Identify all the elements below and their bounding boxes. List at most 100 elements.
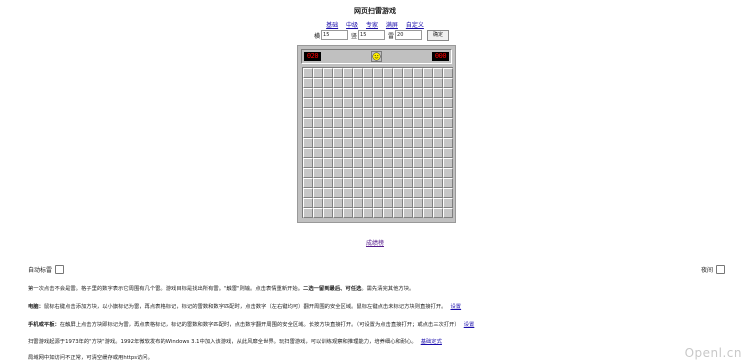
- mine-cell[interactable]: [313, 98, 323, 108]
- mine-cell[interactable]: [423, 108, 433, 118]
- mine-cell[interactable]: [373, 138, 383, 148]
- mine-cell[interactable]: [423, 178, 433, 188]
- mine-cell[interactable]: [363, 128, 373, 138]
- mine-cell[interactable]: [413, 198, 423, 208]
- mine-cell[interactable]: [413, 148, 423, 158]
- mine-cell[interactable]: [373, 108, 383, 118]
- mine-cell[interactable]: [343, 188, 353, 198]
- mine-cell[interactable]: [363, 68, 373, 78]
- mobile-settings-link[interactable]: 设置: [464, 322, 475, 328]
- basic-patterns-link[interactable]: 基础定式: [421, 339, 442, 345]
- mine-cell[interactable]: [363, 138, 373, 148]
- mine-cell[interactable]: [353, 88, 363, 98]
- mine-cell[interactable]: [303, 138, 313, 148]
- mine-cell[interactable]: [373, 68, 383, 78]
- mine-cell[interactable]: [323, 128, 333, 138]
- mine-cell[interactable]: [333, 148, 343, 158]
- mine-cell[interactable]: [343, 208, 353, 218]
- mine-cell[interactable]: [443, 98, 453, 108]
- mine-cell[interactable]: [323, 98, 333, 108]
- mine-cell[interactable]: [373, 168, 383, 178]
- mine-cell[interactable]: [323, 108, 333, 118]
- mine-cell[interactable]: [433, 178, 443, 188]
- mines-input[interactable]: 20: [395, 30, 423, 40]
- mine-cell[interactable]: [343, 138, 353, 148]
- mine-cell[interactable]: [403, 68, 413, 78]
- mine-cell[interactable]: [333, 168, 343, 178]
- mine-cell[interactable]: [393, 188, 403, 198]
- mine-cell[interactable]: [363, 88, 373, 98]
- mine-cell[interactable]: [303, 168, 313, 178]
- mine-cell[interactable]: [383, 68, 393, 78]
- mine-cell[interactable]: [363, 188, 373, 198]
- mine-cell[interactable]: [353, 178, 363, 188]
- mine-cell[interactable]: [423, 208, 433, 218]
- mine-cell[interactable]: [333, 98, 343, 108]
- mine-cell[interactable]: [393, 138, 403, 148]
- auto-flag-checkbox[interactable]: [55, 265, 65, 274]
- smiley-face-button[interactable]: [371, 51, 382, 62]
- mine-cell[interactable]: [383, 198, 393, 208]
- mine-cell[interactable]: [303, 158, 313, 168]
- mine-cell[interactable]: [413, 158, 423, 168]
- mine-cell[interactable]: [333, 128, 343, 138]
- mine-cell[interactable]: [303, 178, 313, 188]
- mine-cell[interactable]: [383, 78, 393, 88]
- mine-cell[interactable]: [363, 98, 373, 108]
- mine-cell[interactable]: [343, 98, 353, 108]
- mine-cell[interactable]: [383, 188, 393, 198]
- mine-cell[interactable]: [333, 78, 343, 88]
- mine-cell[interactable]: [353, 98, 363, 108]
- mine-cell[interactable]: [303, 188, 313, 198]
- mine-cell[interactable]: [333, 138, 343, 148]
- mine-cell[interactable]: [373, 98, 383, 108]
- mine-cell[interactable]: [363, 148, 373, 158]
- mine-cell[interactable]: [433, 68, 443, 78]
- mine-cell[interactable]: [433, 98, 443, 108]
- mine-cell[interactable]: [413, 208, 423, 218]
- mine-cell[interactable]: [403, 178, 413, 188]
- mine-cell[interactable]: [363, 178, 373, 188]
- level-fullscreen-link[interactable]: 满屏: [386, 22, 398, 29]
- mine-cell[interactable]: [363, 108, 373, 118]
- mine-cell[interactable]: [313, 88, 323, 98]
- mine-cell[interactable]: [413, 188, 423, 198]
- mine-cell[interactable]: [423, 168, 433, 178]
- mine-cell[interactable]: [383, 158, 393, 168]
- mine-cell[interactable]: [353, 198, 363, 208]
- mine-cell[interactable]: [303, 88, 313, 98]
- mine-cell[interactable]: [323, 188, 333, 198]
- mine-cell[interactable]: [363, 168, 373, 178]
- mine-cell[interactable]: [393, 158, 403, 168]
- mine-cell[interactable]: [333, 108, 343, 118]
- mine-cell[interactable]: [403, 138, 413, 148]
- mine-cell[interactable]: [313, 158, 323, 168]
- mine-cell[interactable]: [443, 118, 453, 128]
- mine-cell[interactable]: [423, 128, 433, 138]
- mine-cell[interactable]: [353, 108, 363, 118]
- mine-cell[interactable]: [423, 138, 433, 148]
- mine-cell[interactable]: [443, 88, 453, 98]
- mine-cell[interactable]: [423, 98, 433, 108]
- mine-cell[interactable]: [433, 128, 443, 138]
- mine-cell[interactable]: [333, 198, 343, 208]
- mine-cell[interactable]: [323, 148, 333, 158]
- mine-cell[interactable]: [363, 208, 373, 218]
- mine-cell[interactable]: [303, 208, 313, 218]
- mine-cell[interactable]: [373, 178, 383, 188]
- mine-cell[interactable]: [433, 118, 443, 128]
- mine-cell[interactable]: [313, 168, 323, 178]
- mine-cell[interactable]: [443, 188, 453, 198]
- mine-cell[interactable]: [383, 168, 393, 178]
- mine-cell[interactable]: [303, 78, 313, 88]
- mine-cell[interactable]: [403, 198, 413, 208]
- mine-cell[interactable]: [373, 88, 383, 98]
- mine-cell[interactable]: [403, 128, 413, 138]
- mine-cell[interactable]: [403, 98, 413, 108]
- mine-cell[interactable]: [333, 158, 343, 168]
- mine-cell[interactable]: [323, 198, 333, 208]
- mine-cell[interactable]: [403, 148, 413, 158]
- mine-cell[interactable]: [393, 98, 403, 108]
- mine-cell[interactable]: [363, 198, 373, 208]
- mine-cell[interactable]: [443, 148, 453, 158]
